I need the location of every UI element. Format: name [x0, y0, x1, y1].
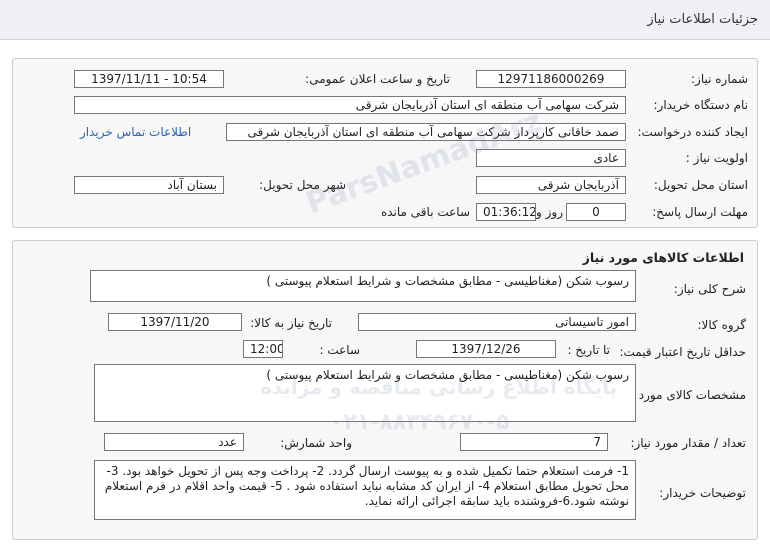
delivery-city-field: بستان آباد	[74, 176, 224, 194]
count-unit-field: عدد	[104, 433, 244, 451]
page-header: جزئیات اطلاعات نیاز	[0, 0, 770, 40]
goods-spec-field: رسوب شکن (مغناطیسی - مطابق مشخصات و شرای…	[94, 364, 636, 422]
until-date-field: 1397/12/26	[416, 340, 556, 358]
remaining-time-field: 01:36:12	[476, 203, 536, 221]
delivery-city-label: شهر محل تحویل:	[259, 178, 346, 192]
price-validity-label: حداقل تاریخ اعتبار قیمت:	[619, 345, 746, 359]
until-hour-label: ساعت :	[319, 343, 360, 357]
buyer-org-label: نام دستگاه خریدار:	[653, 98, 749, 112]
quantity-label: تعداد / مقدار مورد نیاز:	[630, 436, 746, 450]
need-number-field: 12971186000269	[476, 70, 626, 88]
count-unit-label: واحد شمارش:	[280, 436, 352, 450]
announce-datetime-field: 1397/11/11 - 10:54	[74, 70, 224, 88]
request-creator-field: صمد خاقانی کارپرداز شرکت سهامی آب منطقه …	[226, 123, 626, 141]
until-hour-field: 12:00	[243, 340, 283, 358]
announce-datetime-label: تاریخ و ساعت اعلان عمومی:	[305, 72, 450, 86]
buyer-notes-label: توضیحات خریدار:	[659, 486, 746, 500]
general-description-label: شرح کلی نیاز:	[673, 282, 746, 296]
general-description-field: رسوب شکن (مغناطیسی - مطابق مشخصات و شرای…	[90, 270, 636, 302]
delivery-province-field: آذربایجان شرقی	[476, 176, 626, 194]
need-number-label: شماره نیاز:	[691, 72, 748, 86]
until-date-label: تا تاریخ :	[567, 343, 610, 357]
need-date-label: تاریخ نیاز به کالا:	[250, 316, 332, 330]
goods-group-field: امور تاسیساتی	[358, 313, 636, 331]
priority-label: اولویت نیاز :	[685, 151, 748, 165]
priority-field: عادی	[476, 149, 626, 167]
buyer-notes-field: 1- فرمت استعلام حتما تکمیل شده و به پیوس…	[94, 460, 636, 520]
delivery-province-label: استان محل تحویل:	[653, 178, 748, 192]
response-deadline-label: مهلت ارسال پاسخ:	[652, 205, 748, 219]
days-label: روز و	[536, 205, 563, 219]
goods-group-label: گروه کالا:	[697, 318, 747, 332]
quantity-field: 7	[460, 433, 608, 451]
goods-section-title: اطلاعات کالاهای مورد نیاز	[582, 250, 744, 265]
remaining-days-field: 0	[566, 203, 626, 221]
buyer-contact-link[interactable]: اطلاعات تماس خریدار	[80, 125, 191, 139]
buyer-org-field: شرکت سهامی آب منطقه ای استان آذربایجان ش…	[74, 96, 626, 114]
remaining-hours-label: ساعت باقی مانده	[380, 205, 470, 219]
need-date-field: 1397/11/20	[108, 313, 242, 331]
page-title: جزئیات اطلاعات نیاز	[647, 12, 758, 27]
request-creator-label: ایجاد کننده درخواست:	[637, 125, 748, 139]
